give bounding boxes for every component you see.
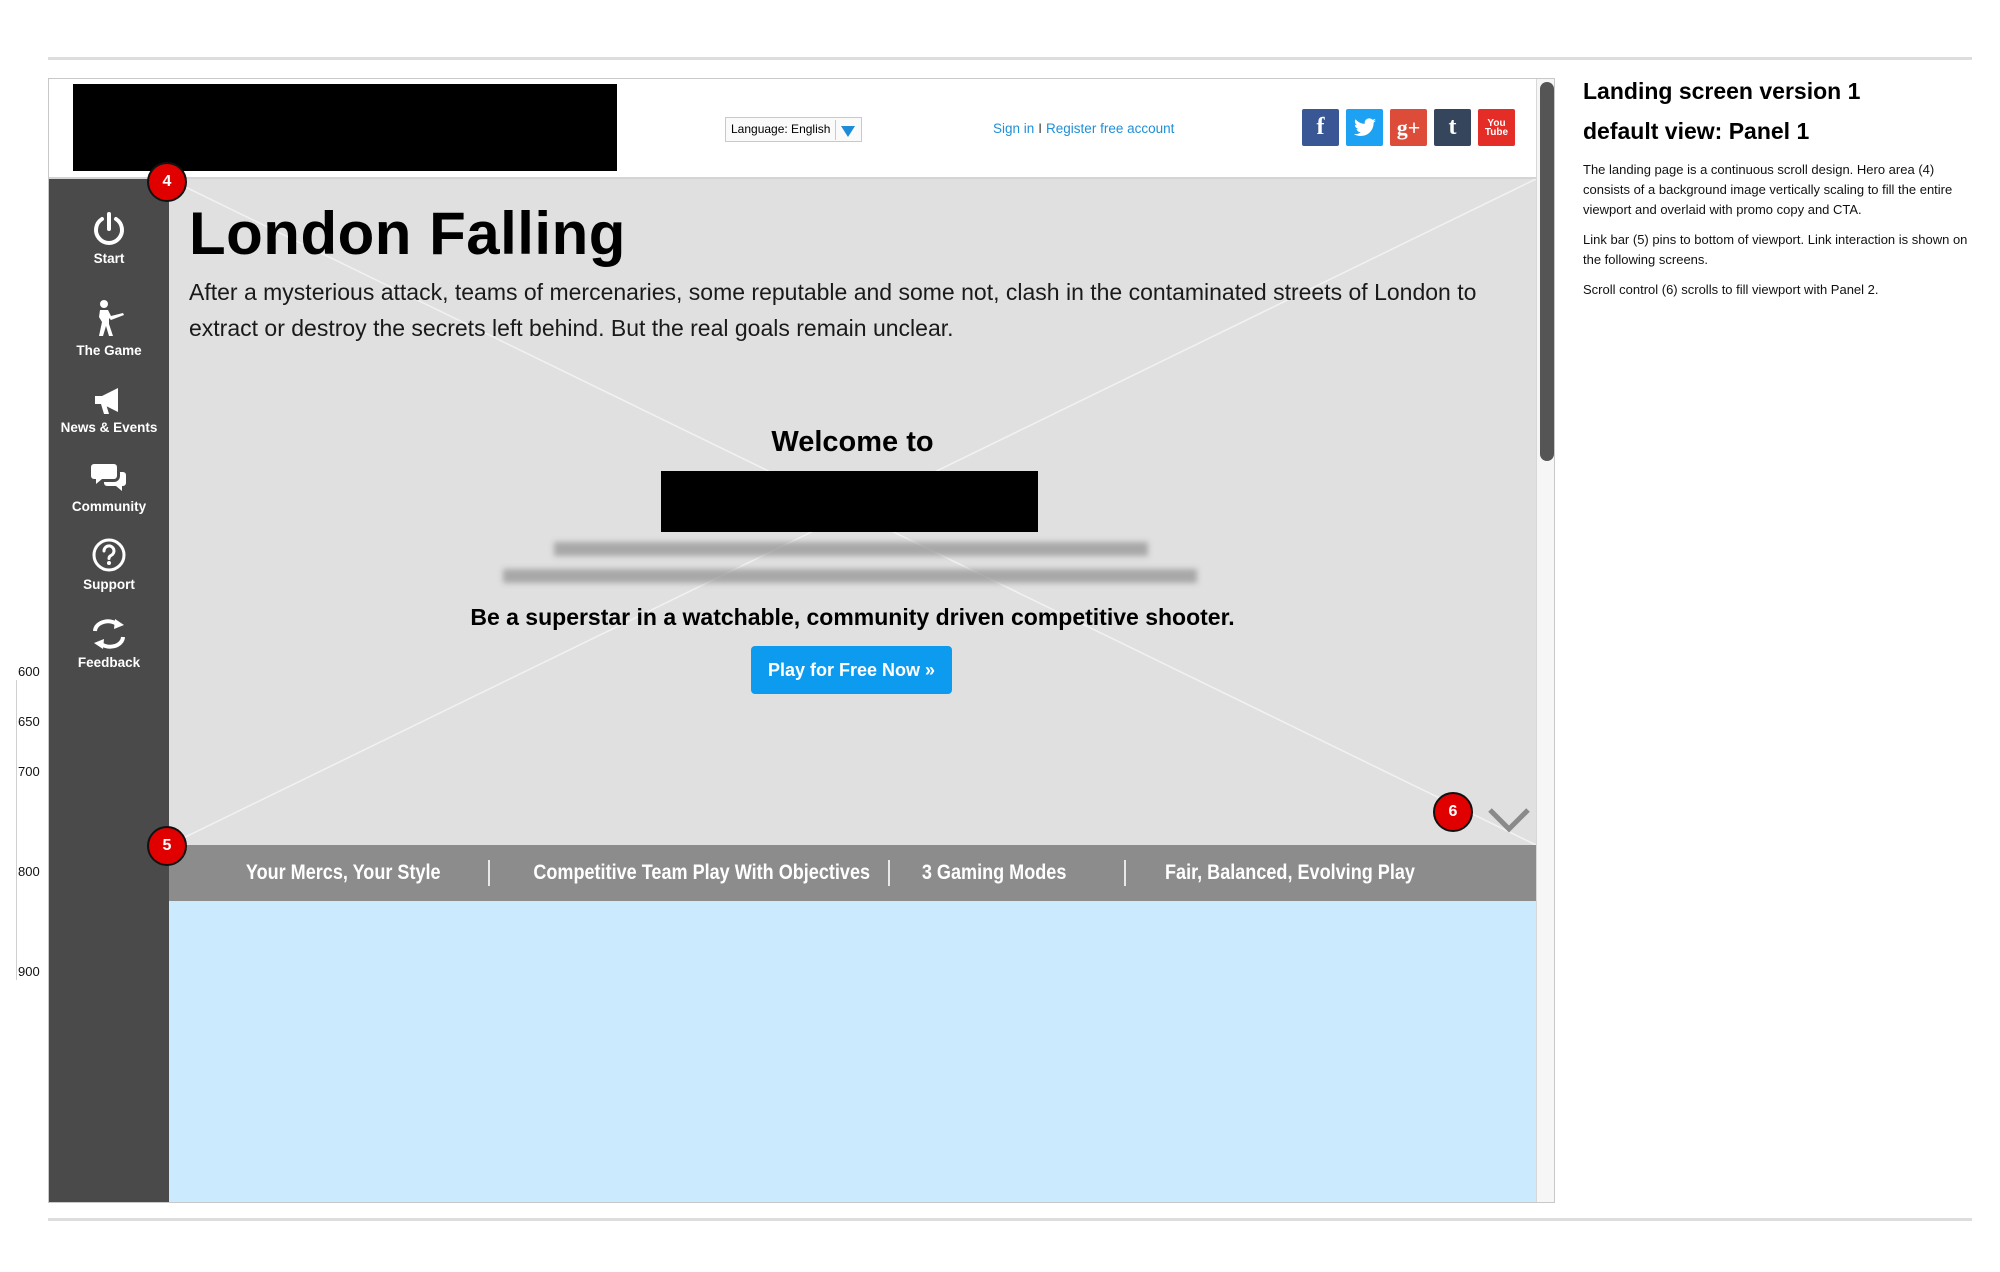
browser-viewport: Language: English Sign in I Register free … — [48, 78, 1555, 1203]
annotation-marker-6: 6 — [1433, 792, 1473, 832]
dropdown-caret-icon[interactable] — [835, 120, 859, 140]
soldier-icon — [99, 300, 124, 336]
auth-separator: I — [1038, 121, 1043, 136]
linkbar-item-gaming-modes[interactable]: 3 Gaming Modes — [922, 861, 1092, 885]
auth-links: Sign in I Register free account — [993, 121, 1174, 136]
hero-area: London Falling After a mysterious attack… — [169, 179, 1536, 845]
linkbar-item-fair-play[interactable]: Fair, Balanced, Evolving Play — [1165, 861, 1423, 885]
sidebar-item-label: Support — [83, 577, 135, 592]
wireframe-page: 600 650 700 800 900 Language: English Si… — [0, 0, 2000, 1272]
sidebar-item-start[interactable]: Start — [49, 211, 169, 266]
bottom-divider — [48, 1218, 1972, 1221]
ruler-line — [16, 680, 17, 980]
chat-bubbles-icon — [91, 464, 126, 491]
sidebar-item-label: Start — [93, 251, 125, 266]
welcome-heading: Welcome to — [771, 426, 934, 458]
sidebar-item-the-game[interactable]: The Game — [49, 299, 169, 358]
notes-subtitle: default view: Panel 1 — [1583, 118, 1810, 144]
annotation-marker-4: 4 — [147, 162, 187, 202]
annotation-marker-5: 5 — [147, 826, 187, 866]
blurred-text-line — [503, 569, 1197, 583]
link-bar: Your Mercs, Your Style Competitive Team … — [169, 845, 1536, 901]
ruler-label-800: 800 — [18, 864, 40, 879]
question-icon — [92, 538, 126, 572]
hero-tagline: Be a superstar in a watchable, community… — [470, 604, 1235, 630]
hero-copy: After a mysterious attack, teams of merc… — [189, 279, 1477, 341]
notes-paragraph: Scroll control (6) scrolls to fill viewp… — [1583, 282, 1879, 297]
social-links: f g+ t You Tube — [1302, 109, 1515, 146]
ruler-label-700: 700 — [18, 764, 40, 779]
linkbar-divider — [488, 860, 490, 886]
sidebar-item-label: The Game — [76, 343, 142, 358]
register-link[interactable]: Register free account — [1046, 121, 1174, 136]
site-header: Language: English Sign in I Register free … — [49, 79, 1536, 179]
sign-in-link[interactable]: Sign in — [993, 121, 1034, 136]
sidebar-item-support[interactable]: Support — [49, 537, 169, 592]
linkbar-divider — [888, 860, 890, 886]
sidebar-item-label: Community — [71, 499, 147, 514]
ruler-label-600: 600 — [18, 664, 40, 679]
hero-title: London Falling — [189, 200, 626, 267]
ruler-label-650: 650 — [18, 714, 40, 729]
linkbar-item-team-play[interactable]: Competitive Team Play With Objectives — [533, 861, 870, 885]
linkbar-item-mercs[interactable]: Your Mercs, Your Style — [246, 861, 453, 885]
language-label: Language: English — [731, 122, 831, 136]
language-select[interactable]: Language: English — [725, 117, 862, 142]
notes-paragraph: Link bar (5) pins to bottom of viewport.… — [1583, 232, 1968, 267]
panel-2 — [169, 901, 1536, 1202]
tumblr-icon[interactable]: t — [1434, 109, 1471, 146]
scrollbar[interactable] — [1536, 79, 1554, 1202]
refresh-arrows-icon — [93, 619, 125, 649]
google-plus-icon[interactable]: g+ — [1390, 109, 1427, 146]
sidebar-item-community[interactable]: Community — [49, 461, 169, 514]
redacted-game-name — [661, 471, 1038, 532]
power-icon — [94, 212, 124, 245]
blurred-text-line — [554, 542, 1148, 556]
play-for-free-button[interactable]: Play for Free Now » — [751, 646, 952, 694]
sidebar-item-label: News & Events — [60, 420, 158, 435]
sidebar-item-label: Feedback — [77, 655, 141, 670]
sidebar-item-news-events[interactable]: News & Events — [49, 386, 169, 435]
megaphone-icon — [95, 388, 118, 414]
linkbar-divider — [1124, 860, 1126, 886]
facebook-icon[interactable]: f — [1302, 109, 1339, 146]
ruler-label-900: 900 — [18, 964, 40, 979]
chevron-down-icon[interactable] — [1487, 805, 1531, 835]
sidebar-item-feedback[interactable]: Feedback — [49, 617, 169, 670]
redacted-logo — [73, 84, 617, 171]
scrollbar-thumb[interactable] — [1540, 82, 1554, 461]
twitter-icon[interactable] — [1346, 109, 1383, 146]
notes-title: Landing screen version 1 — [1583, 78, 1861, 104]
top-divider — [48, 57, 1972, 60]
annotation-notes: Landing screen version 1 default view: P… — [1583, 78, 1983, 310]
notes-paragraph: The landing page is a continuous scroll … — [1583, 162, 1953, 217]
youtube-icon[interactable]: You Tube — [1478, 109, 1515, 146]
sidebar-nav: Start The Game News & Events Community S… — [49, 179, 169, 1202]
